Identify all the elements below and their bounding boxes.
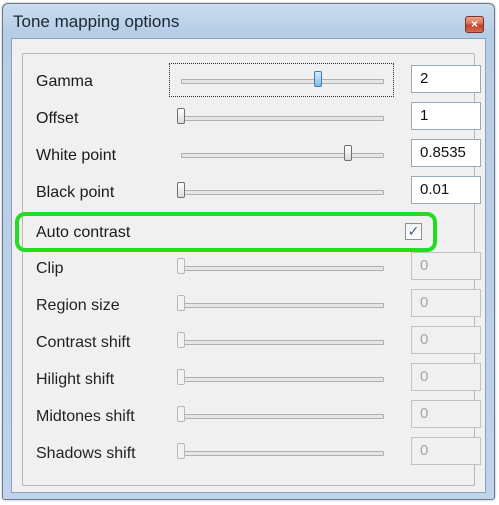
region-size-label: Region size [36, 297, 120, 314]
black-point-label: Black point [36, 184, 115, 201]
gamma-label: Gamma [36, 73, 93, 90]
hilight-shift-slider[interactable] [169, 361, 394, 395]
region-size-slider-thumb[interactable] [177, 295, 185, 311]
shadows-shift-label: Shadows shift [36, 445, 136, 462]
auto-contrast-checkbox[interactable]: ✓ [405, 223, 422, 240]
options-group: Gamma 2 Offset 1 White point 0.8535 Blac… [22, 53, 481, 486]
black-point-input[interactable]: 0.01 [411, 176, 481, 204]
region-size-slider[interactable] [169, 287, 394, 321]
tone-mapping-dialog: Tone mapping options × Gamma 2 Offset 1 … [2, 3, 495, 500]
clip-slider[interactable] [169, 250, 394, 284]
row-auto-contrast: Auto contrast ✓ [23, 214, 474, 250]
black-point-slider-track [181, 190, 384, 195]
contrast-shift-label: Contrast shift [36, 334, 131, 351]
clip-slider-thumb[interactable] [177, 258, 185, 274]
midtones-shift-slider-track [181, 414, 384, 419]
white-point-slider[interactable] [169, 137, 394, 171]
dialog-content: Gamma 2 Offset 1 White point 0.8535 Blac… [11, 38, 486, 493]
midtones-shift-slider-thumb[interactable] [177, 406, 185, 422]
region-size-slider-track [181, 303, 384, 308]
hilight-shift-label: Hilight shift [36, 371, 115, 388]
clip-label: Clip [36, 260, 64, 277]
row-gamma: Gamma 2 [23, 63, 481, 99]
contrast-shift-input[interactable]: 0 [411, 326, 481, 354]
row-region-size: Region size 0 [23, 287, 481, 323]
title-bar[interactable]: Tone mapping options × [3, 4, 494, 38]
contrast-shift-slider[interactable] [169, 324, 394, 358]
shadows-shift-input[interactable]: 0 [411, 437, 481, 465]
close-button[interactable]: × [465, 16, 484, 33]
offset-input[interactable]: 1 [411, 102, 481, 130]
row-offset: Offset 1 [23, 100, 481, 136]
hilight-shift-input[interactable]: 0 [411, 363, 481, 391]
white-point-label: White point [36, 147, 117, 164]
row-black-point: Black point 0.01 [23, 174, 481, 210]
region-size-input[interactable]: 0 [411, 289, 481, 317]
dialog-title: Tone mapping options [13, 12, 180, 31]
auto-contrast-label: Auto contrast [36, 224, 131, 241]
contrast-shift-slider-track [181, 340, 384, 345]
black-point-slider[interactable] [169, 174, 394, 208]
row-contrast-shift: Contrast shift 0 [23, 324, 481, 360]
midtones-shift-label: Midtones shift [36, 408, 135, 425]
offset-slider-thumb[interactable] [177, 108, 185, 124]
midtones-shift-input[interactable]: 0 [411, 400, 481, 428]
shadows-shift-slider[interactable] [169, 435, 394, 469]
gamma-slider-thumb[interactable] [314, 71, 323, 87]
row-hilight-shift: Hilight shift 0 [23, 361, 481, 397]
contrast-shift-slider-thumb[interactable] [177, 332, 185, 348]
gamma-slider[interactable] [169, 63, 394, 97]
gamma-input[interactable]: 2 [411, 65, 481, 93]
offset-slider-track [181, 116, 384, 121]
row-shadows-shift: Shadows shift 0 [23, 435, 481, 471]
hilight-shift-slider-thumb[interactable] [177, 369, 185, 385]
shadows-shift-slider-track [181, 451, 384, 456]
hilight-shift-slider-track [181, 377, 384, 382]
checkmark-icon: ✓ [407, 223, 420, 239]
gamma-slider-track [181, 79, 384, 84]
shadows-shift-slider-thumb[interactable] [177, 443, 185, 459]
row-clip: Clip 0 [23, 250, 481, 286]
black-point-slider-thumb[interactable] [177, 182, 185, 198]
row-midtones-shift: Midtones shift 0 [23, 398, 481, 434]
white-point-slider-track [181, 153, 384, 158]
row-white-point: White point 0.8535 [23, 137, 481, 173]
midtones-shift-slider[interactable] [169, 398, 394, 432]
white-point-slider-thumb[interactable] [343, 145, 352, 161]
offset-slider[interactable] [169, 100, 394, 134]
clip-slider-track [181, 266, 384, 271]
clip-input[interactable]: 0 [411, 252, 481, 280]
white-point-input[interactable]: 0.8535 [411, 139, 481, 167]
close-icon: × [470, 17, 478, 31]
offset-label: Offset [36, 110, 79, 127]
